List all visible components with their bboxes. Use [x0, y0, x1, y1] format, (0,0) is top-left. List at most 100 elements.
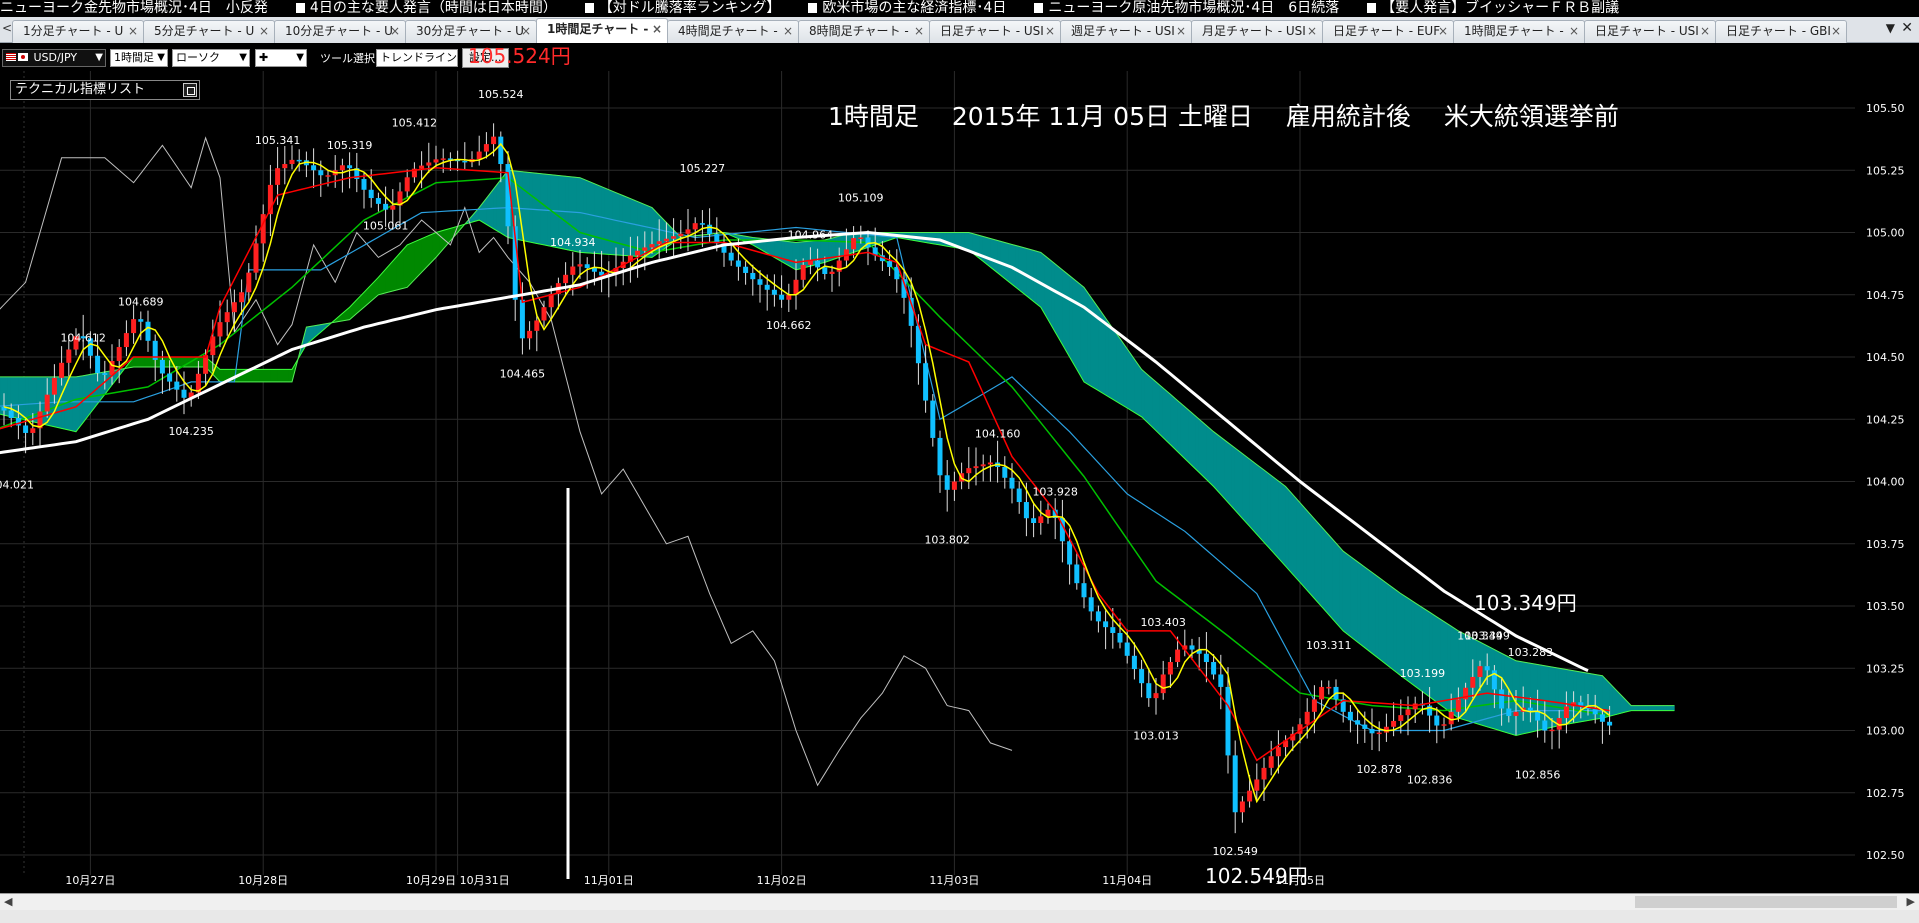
chart-tab[interactable]: 日足チャート - EUF ×: [1322, 20, 1454, 43]
candle-body: [8, 410, 14, 419]
close-tab-icon[interactable]: ×: [390, 21, 400, 42]
chart-type-select[interactable]: ローソク ▼: [172, 49, 250, 67]
chart-tab[interactable]: 10分足チャート - U ×: [274, 20, 406, 43]
ichimoku-cloud-segment: [1026, 248, 1031, 300]
candle-body: [239, 292, 245, 303]
chart-tab[interactable]: 5分足チャート - U ×: [143, 20, 275, 43]
price-label: 103.013: [1133, 729, 1179, 742]
candle-body: [1074, 564, 1080, 584]
ichimoku-cloud-segment: [1076, 280, 1081, 377]
ichimoku-cloud-segment: [277, 369, 282, 383]
news-headline[interactable]: 欧米市場の主な経済指標･4日: [808, 0, 1006, 17]
y-tick-label: 102.50: [1866, 849, 1905, 862]
ichimoku-cloud-segment: [1188, 409, 1193, 467]
chart-tab-label: 月足チャート - USI: [1202, 24, 1306, 38]
drawing-mode-select[interactable]: ✚ ▼: [255, 49, 307, 67]
ichimoku-cloud-segment: [820, 239, 826, 264]
chart-tab[interactable]: 4時間足チャート - ×: [667, 20, 799, 43]
ichimoku-cloud-segment: [486, 192, 491, 228]
candle-body: [404, 177, 410, 192]
scroll-right-icon[interactable]: ▶: [1907, 895, 1915, 908]
timeframe-select[interactable]: 1時間足 ▼: [110, 49, 168, 67]
document-icon: [584, 3, 594, 13]
candle-body: [1405, 709, 1411, 716]
candle-body: [325, 175, 331, 177]
close-tab-icon[interactable]: ×: [259, 21, 269, 42]
chevron-down-icon: ▼: [296, 52, 304, 63]
ichimoku-cloud-segment: [500, 174, 505, 236]
candle-body: [865, 237, 871, 248]
chart-tab[interactable]: 日足チャート - USI ×: [1584, 20, 1716, 43]
chart-tab-label: 週足チャート - USI: [1071, 24, 1175, 38]
tab-list-menu-icon[interactable]: ▼: [1886, 21, 1895, 35]
chart-tab-label: 1時間足チャート -: [1464, 24, 1564, 38]
ichimoku-cloud-segment: [1263, 469, 1268, 547]
ichimoku-cloud-segment: [1281, 483, 1286, 567]
candle-body: [1175, 649, 1181, 663]
news-headline-text: 【要人発言】ブイッシャーＦＲＢ副議: [1381, 0, 1620, 16]
scroll-left-icon[interactable]: ◀: [4, 895, 12, 908]
news-headline[interactable]: ニューヨーク金先物市場概況･4日 小反発: [0, 0, 268, 17]
ichimoku-cloud-segment: [838, 234, 844, 258]
status-bar: [0, 910, 1919, 923]
chart-tab[interactable]: 8時間足チャート - ×: [798, 20, 930, 43]
candle-body: [1002, 466, 1008, 478]
candle-body: [584, 264, 590, 268]
close-window-icon[interactable]: ✕: [1901, 20, 1913, 36]
candle-body: [685, 229, 691, 234]
close-tab-icon[interactable]: ×: [1176, 21, 1186, 42]
close-tab-icon[interactable]: ×: [1045, 21, 1055, 42]
news-headline[interactable]: 4日の主な要人発言（時間は日本時間）: [295, 0, 557, 17]
close-tab-icon[interactable]: ×: [1438, 21, 1448, 42]
candle-body: [937, 437, 943, 476]
ichimoku-cloud-segment: [1386, 582, 1391, 668]
ichimoku-cloud-segment: [1148, 375, 1153, 428]
candle-body: [1139, 669, 1145, 684]
trendline-tool-select[interactable]: トレンドライン: [376, 49, 458, 67]
ichimoku-cloud-segment: [1378, 577, 1384, 663]
technical-indicator-list[interactable]: テクニカル指標リスト: [10, 80, 200, 100]
maximize-icon[interactable]: [183, 83, 197, 97]
close-tab-icon[interactable]: ×: [128, 21, 138, 42]
ichimoku-cloud-segment: [252, 369, 257, 383]
news-headline[interactable]: 【対ドル騰落率ランキング】: [584, 0, 780, 17]
ichimoku-cloud-segment: [1062, 269, 1067, 352]
chart-tab[interactable]: 1分足チャート - U ×: [12, 20, 144, 43]
close-tab-icon[interactable]: ×: [521, 21, 531, 42]
ichimoku-cloud-segment: [1382, 579, 1387, 666]
close-tab-icon[interactable]: ×: [914, 21, 924, 42]
price-chart[interactable]: 104.021 104.612 104.689 104.235 105.341 105.3…: [0, 71, 1919, 893]
ichimoku-cloud-segment: [1065, 272, 1070, 359]
candle-body: [980, 464, 986, 467]
close-tab-icon[interactable]: ×: [1831, 21, 1841, 42]
close-tab-icon[interactable]: ×: [1307, 21, 1317, 42]
ichimoku-cloud-segment: [1339, 546, 1344, 632]
candle-body: [1362, 724, 1368, 729]
candle-body: [851, 238, 857, 250]
candle-body: [663, 238, 669, 242]
ichimoku-cloud-segment: [622, 195, 628, 257]
chart-tab[interactable]: 週足チャート - USI ×: [1060, 20, 1192, 43]
chart-tab[interactable]: 日足チャート - GBI ×: [1715, 20, 1847, 43]
horizontal-scrollbar[interactable]: ◀ ▶: [0, 893, 1919, 910]
chart-tab[interactable]: 日足チャート - USI ×: [929, 20, 1061, 43]
ichimoku-cloud-segment: [410, 241, 415, 285]
tab-scroll-left-icon[interactable]: <: [2, 21, 12, 35]
candle-body: [224, 312, 230, 323]
ichimoku-cloud-segment: [428, 233, 433, 266]
chart-tab[interactable]: 1時間足チャート - ×: [1453, 20, 1585, 43]
currency-pair-select[interactable]: USD/JPY ▼: [2, 49, 106, 67]
chart-tab-label: 日足チャート - USI: [940, 24, 1044, 38]
y-tick-label: 105.25: [1866, 164, 1905, 177]
close-tab-icon[interactable]: ×: [1569, 21, 1579, 42]
news-headline[interactable]: 【要人発言】ブイッシャーＦＲＢ副議: [1367, 0, 1619, 17]
candle-body: [1131, 655, 1137, 670]
close-tab-icon[interactable]: ×: [783, 21, 793, 42]
news-headline[interactable]: ニューヨーク原油先物市場概況･4日 6日続落: [1034, 0, 1339, 17]
chart-tab[interactable]: 月足チャート - USI ×: [1191, 20, 1323, 43]
close-tab-icon[interactable]: ×: [652, 19, 662, 40]
ichimoku-cloud-segment: [1018, 246, 1024, 294]
close-tab-icon[interactable]: ×: [1700, 21, 1710, 42]
candle-body: [519, 299, 525, 339]
scrollbar-thumb[interactable]: [1635, 896, 1897, 908]
